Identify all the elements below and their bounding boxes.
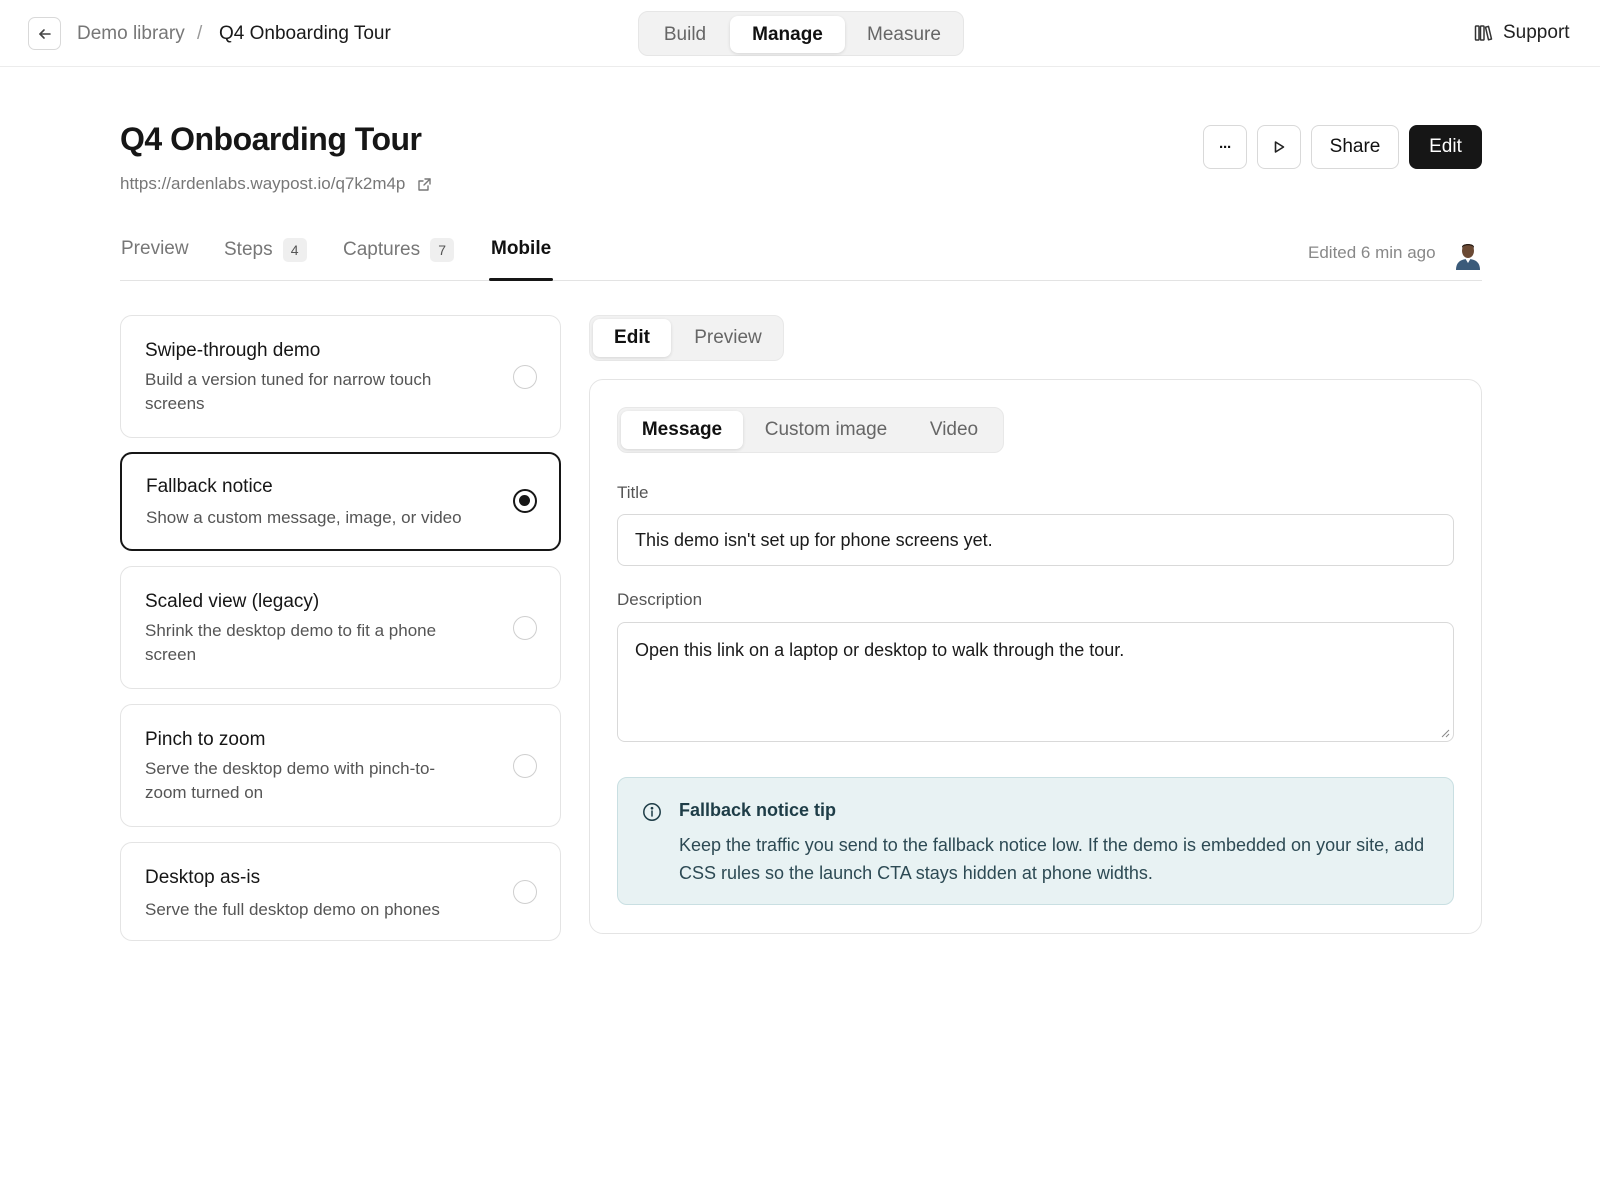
option-description: Build a version tuned for narrow touch s…	[145, 370, 432, 413]
content-type-switch: Message Custom image Video	[617, 407, 1004, 453]
tab-count-badge: 4	[282, 238, 307, 262]
option-description: Shrink the desktop demo to fit a phone s…	[145, 621, 437, 664]
description-field-label: Description	[617, 590, 703, 609]
content-type-video[interactable]: Video	[908, 411, 1000, 449]
content-type-custom-image[interactable]: Custom image	[746, 411, 906, 449]
option-radio[interactable]	[513, 365, 537, 389]
more-icon: ···	[1219, 138, 1232, 156]
option-title: Fallback notice	[146, 476, 273, 497]
edit-button[interactable]: Edit	[1409, 125, 1482, 169]
support-link[interactable]: Support	[1474, 19, 1570, 47]
resize-handle-icon[interactable]	[1440, 728, 1450, 738]
editor-mode-edit[interactable]: Edit	[593, 319, 671, 357]
option-fallback-notice[interactable]: Fallback notice Show a custom message, i…	[120, 452, 561, 551]
share-button[interactable]: Share	[1311, 125, 1399, 169]
tip-body: Keep the traffic you send to the fallbac…	[679, 835, 1425, 883]
breadcrumb-demo-library[interactable]: Demo library	[77, 22, 185, 46]
tab-label: Mobile	[491, 238, 552, 259]
option-title: Pinch to zoom	[145, 729, 266, 750]
option-desktop-as-is[interactable]: Desktop as-is Serve the full desktop dem…	[120, 842, 561, 941]
option-pinch-to-zoom[interactable]: Pinch to zoom Serve the desktop demo wit…	[120, 704, 561, 827]
demo-url-text: https://ardenlabs.waypost.io/q7k2m4p	[120, 174, 406, 193]
books-icon	[1474, 25, 1493, 41]
tab-label: Preview	[121, 238, 189, 259]
active-tab-indicator	[489, 278, 553, 281]
option-title: Swipe-through demo	[145, 340, 321, 361]
option-description: Serve the full desktop demo on phones	[145, 900, 440, 919]
mode-measure[interactable]: Measure	[847, 16, 961, 53]
play-button[interactable]	[1257, 125, 1301, 169]
external-link-icon	[418, 177, 432, 191]
info-icon	[643, 803, 661, 821]
tab-captures[interactable]: Captures 7	[343, 238, 455, 262]
more-options-button[interactable]: ···	[1203, 125, 1247, 169]
title-input-value: This demo isn't set up for phone screens…	[635, 529, 993, 550]
mode-switcher: Build Manage Measure	[638, 11, 964, 56]
tab-mobile[interactable]: Mobile	[491, 238, 551, 260]
fallback-tip-callout: Fallback notice tip Keep the traffic you…	[617, 777, 1454, 905]
option-radio[interactable]	[513, 754, 537, 778]
tab-steps[interactable]: Steps 4	[224, 238, 307, 262]
option-description: Serve the desktop demo with pinch-to-zoo…	[145, 759, 436, 802]
option-radio[interactable]	[513, 880, 537, 904]
page-title: Q4 Onboarding Tour	[120, 121, 422, 157]
back-button[interactable]	[28, 17, 61, 50]
editor-mode-switch: Edit Preview	[589, 315, 784, 361]
breadcrumb-separator: /	[197, 23, 203, 44]
tab-label: Steps	[224, 239, 273, 260]
description-textarea[interactable]: Open this link on a laptop or desktop to…	[617, 622, 1454, 742]
option-description: Show a custom message, image, or video	[146, 508, 462, 527]
arrow-left-icon	[38, 28, 51, 39]
option-title: Desktop as-is	[145, 867, 261, 888]
content-type-message[interactable]: Message	[621, 411, 743, 449]
option-swipe-through-demo[interactable]: Swipe-through demo Build a version tuned…	[120, 315, 561, 438]
play-icon	[1274, 141, 1285, 153]
editor-mode-preview[interactable]: Preview	[675, 319, 781, 357]
tabs-divider	[120, 280, 1482, 281]
mode-manage[interactable]: Manage	[730, 16, 845, 53]
tab-label: Captures	[343, 239, 421, 260]
avatar	[1456, 244, 1480, 270]
option-title: Scaled view (legacy)	[145, 591, 320, 612]
top-bar: Demo library / Q4 Onboarding Tour Build …	[0, 0, 1600, 67]
support-label: Support	[1503, 22, 1570, 43]
description-textarea-value: Open this link on a laptop or desktop to…	[635, 640, 1125, 660]
option-scaled-view[interactable]: Scaled view (legacy) Shrink the desktop …	[120, 566, 561, 689]
demo-url[interactable]: https://ardenlabs.waypost.io/q7k2m4p	[120, 174, 432, 194]
title-field-label: Title	[617, 483, 649, 502]
tab-count-badge: 7	[430, 238, 455, 262]
edited-timestamp: Edited 6 min ago	[1308, 243, 1436, 262]
mode-build[interactable]: Build	[643, 16, 727, 53]
tip-title: Fallback notice tip	[679, 800, 837, 820]
breadcrumb-current: Q4 Onboarding Tour	[219, 23, 391, 44]
title-input[interactable]: This demo isn't set up for phone screens…	[617, 514, 1454, 566]
tab-preview[interactable]: Preview	[121, 238, 189, 260]
option-radio[interactable]	[513, 489, 537, 513]
option-radio[interactable]	[513, 616, 537, 640]
